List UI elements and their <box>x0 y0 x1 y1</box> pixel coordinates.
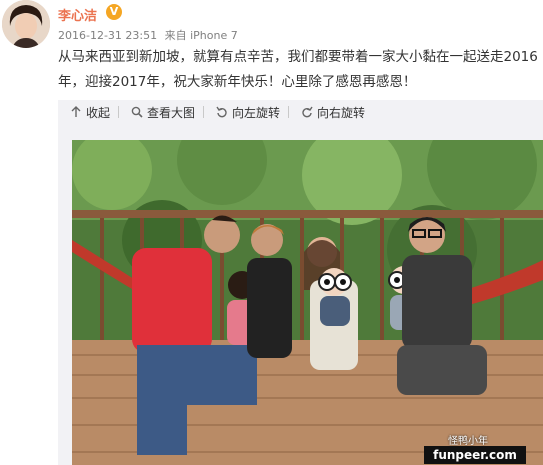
image-toolbar: 收起 查看大图 向左旋转 向右旋转 <box>58 100 543 124</box>
post-timestamp[interactable]: 2016-12-31 23:51 <box>58 29 157 42</box>
rotate-left-label: 向左旋转 <box>232 105 281 120</box>
post-photo[interactable] <box>72 140 543 465</box>
toolbar-divider <box>203 106 205 118</box>
collapse-arrow-icon <box>71 106 81 117</box>
username-link[interactable]: 李心洁 <box>58 5 97 24</box>
rotate-left-icon <box>216 106 227 118</box>
post-source: 来自 iPhone 7 <box>164 29 238 42</box>
avatar[interactable] <box>2 0 50 48</box>
view-large-button[interactable]: 查看大图 <box>131 104 195 121</box>
toolbar-divider <box>288 106 290 118</box>
post-meta: 2016-12-31 23:51 来自 iPhone 7 <box>58 27 238 43</box>
toolbar-divider <box>118 106 120 118</box>
rotate-right-button[interactable]: 向右旋转 <box>301 104 365 121</box>
post-text-line: 从马来西亚到新加坡，就算有点辛苦，我们都要带着一家大小黏在一起送走2016 <box>58 49 538 65</box>
post-text: 从马来西亚到新加坡，就算有点辛苦，我们都要带着一家大小黏在一起送走2016 年，… <box>58 45 543 95</box>
watermark-brand: funpeer.com <box>424 446 526 464</box>
rotate-right-label: 向右旋转 <box>317 105 366 120</box>
view-large-label: 查看大图 <box>147 105 196 120</box>
collapse-button[interactable]: 收起 <box>70 104 110 121</box>
watermark-label: 怪鸭小年 <box>448 436 488 447</box>
rotate-left-button[interactable]: 向左旋转 <box>216 104 280 121</box>
magnifier-icon <box>131 106 143 118</box>
post-text-line: 年，迎接2017年，祝大家新年快乐！心里除了感恩再感恩！ <box>58 74 417 90</box>
verified-badge-icon: V <box>106 4 122 20</box>
rotate-right-icon <box>302 106 313 118</box>
collapse-label: 收起 <box>86 105 111 120</box>
